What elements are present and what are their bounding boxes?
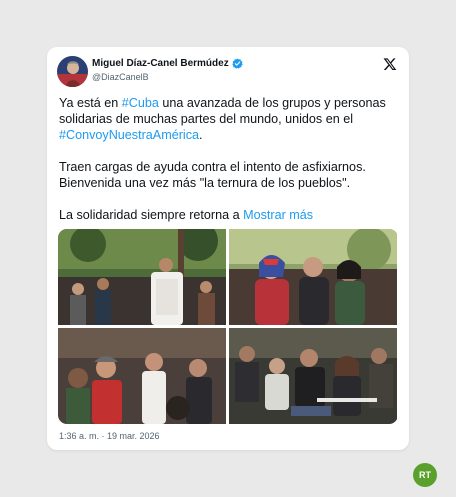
text-segment: Ya está en: [59, 96, 122, 110]
author-avatar[interactable]: [57, 56, 88, 87]
media-photo-3[interactable]: [58, 328, 226, 424]
tweet-card[interactable]: Miguel Díaz-Canel Bermúdez @DiazCanelB Y…: [47, 47, 409, 450]
media-grid: [58, 229, 398, 424]
author-name-row: Miguel Díaz-Canel Bermúdez: [92, 58, 243, 69]
x-logo-icon[interactable]: [383, 57, 397, 71]
tweet-text: Ya está en #Cuba una avanzada de los gru…: [59, 95, 401, 223]
media-photo-4[interactable]: [229, 328, 397, 424]
text-segment: .: [199, 128, 203, 142]
hashtag-convoy-link[interactable]: #ConvoyNuestraAmérica: [59, 128, 199, 142]
author-display-name[interactable]: Miguel Díaz-Canel Bermúdez: [92, 58, 229, 69]
tweet-paragraph-3: La solidaridad siempre retorna a Mostrar…: [59, 207, 401, 223]
rt-logo-label: RT: [419, 470, 431, 480]
media-photo-1[interactable]: [58, 229, 226, 325]
hashtag-cuba-link[interactable]: #Cuba: [122, 96, 159, 110]
rt-logo-icon: RT: [413, 463, 437, 487]
verified-badge-icon: [232, 58, 243, 69]
tweet-paragraph-2: Traen cargas de ayuda contra el intento …: [59, 159, 401, 191]
show-more-link[interactable]: Mostrar más: [243, 208, 313, 222]
text-segment: Traen cargas de ayuda contra el intento …: [59, 160, 366, 190]
tweet-paragraph-1: Ya está en #Cuba una avanzada de los gru…: [59, 95, 401, 143]
text-segment: La solidaridad siempre retorna a: [59, 208, 244, 222]
author-handle[interactable]: @DiazCanelB: [92, 72, 149, 82]
tweet-timestamp[interactable]: 1:36 a. m. · 19 mar. 2026: [59, 431, 160, 441]
media-photo-2[interactable]: [229, 229, 397, 325]
